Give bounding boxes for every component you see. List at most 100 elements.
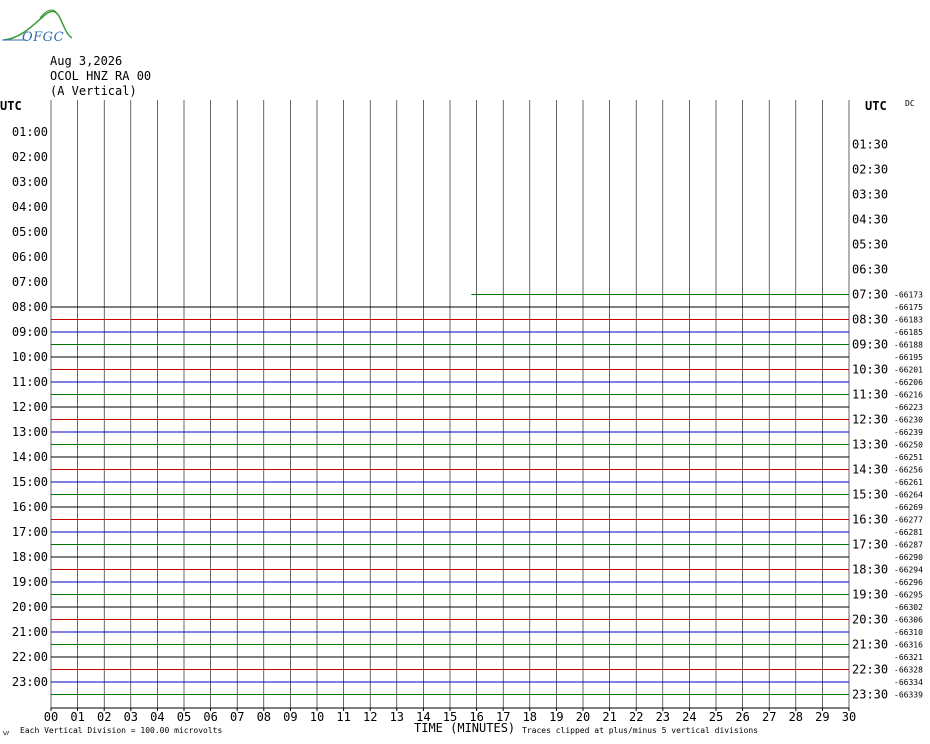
left-hour-label: 17:00	[12, 525, 48, 539]
x-tick-label: 20	[576, 710, 590, 724]
dc-value-label: -66316	[894, 641, 923, 650]
x-tick-label: 18	[523, 710, 537, 724]
dc-value-label: -66185	[894, 328, 923, 337]
dc-value-label: -66290	[894, 553, 923, 562]
scale-note: Each Vertical Division = 100.00 microvol…	[20, 726, 223, 735]
left-hour-label: 23:00	[12, 675, 48, 689]
left-hour-label: 12:00	[12, 400, 48, 414]
x-tick-label: 06	[203, 710, 217, 724]
x-tick-label: 27	[762, 710, 776, 724]
dc-value-label: -66296	[894, 578, 923, 587]
clip-note: Traces clipped at plus/minus 5 vertical …	[522, 726, 759, 735]
dc-value-label: -66328	[894, 666, 923, 675]
x-tick-label: 12	[363, 710, 377, 724]
x-tick-label: 11	[336, 710, 350, 724]
dc-value-label: -66281	[894, 528, 923, 537]
left-hour-label: 16:00	[12, 500, 48, 514]
dc-value-label: -66269	[894, 503, 923, 512]
x-tick-label: 03	[124, 710, 138, 724]
left-hour-label: 13:00	[12, 425, 48, 439]
dc-value-label: -66264	[894, 491, 923, 500]
x-tick-label: 02	[97, 710, 111, 724]
dc-value-label: -66173	[894, 291, 923, 300]
dc-value-label: -66251	[894, 453, 923, 462]
dc-value-label: -66302	[894, 603, 923, 612]
x-tick-label: 29	[815, 710, 829, 724]
right-hour-label: 13:30	[852, 438, 888, 452]
left-hour-label: 08:00	[12, 300, 48, 314]
right-hour-label: 01:30	[852, 138, 888, 152]
right-hour-label: 22:30	[852, 663, 888, 677]
right-hour-label: 14:30	[852, 463, 888, 477]
x-tick-label: 08	[257, 710, 271, 724]
right-hour-label: 08:30	[852, 313, 888, 327]
dc-value-label: -66310	[894, 628, 923, 637]
left-hour-label: 18:00	[12, 550, 48, 564]
right-hour-label: 18:30	[852, 563, 888, 577]
x-tick-label: 21	[602, 710, 616, 724]
right-hour-label: 05:30	[852, 238, 888, 252]
right-hour-label: 11:30	[852, 388, 888, 402]
left-hour-label: 06:00	[12, 250, 48, 264]
dc-value-label: -66206	[894, 378, 923, 387]
dc-value-label: -66277	[894, 516, 923, 525]
left-hour-label: 14:00	[12, 450, 48, 464]
left-hour-label: 02:00	[12, 150, 48, 164]
left-hour-label: 20:00	[12, 600, 48, 614]
dc-value-label: -66306	[894, 616, 923, 625]
left-hour-label: 01:00	[12, 125, 48, 139]
left-hour-label: 10:00	[12, 350, 48, 364]
corner-mark	[2, 729, 10, 739]
left-hour-label: 04:00	[12, 200, 48, 214]
dc-value-label: -66295	[894, 591, 923, 600]
right-hour-label: 16:30	[852, 513, 888, 527]
x-tick-label: 00	[44, 710, 58, 724]
right-hour-label: 20:30	[852, 613, 888, 627]
right-hour-label: 10:30	[852, 363, 888, 377]
right-hour-label: 23:30	[852, 688, 888, 702]
dc-value-label: -66223	[894, 403, 923, 412]
x-tick-label: 19	[549, 710, 563, 724]
left-hour-label: 19:00	[12, 575, 48, 589]
x-tick-label: 05	[177, 710, 191, 724]
left-hour-label: 21:00	[12, 625, 48, 639]
x-tick-label: 09	[283, 710, 297, 724]
right-hour-label: 06:30	[852, 263, 888, 277]
dc-value-label: -66250	[894, 441, 923, 450]
dc-value-label: -66183	[894, 316, 923, 325]
dc-value-label: -66294	[894, 566, 923, 575]
x-tick-label: 04	[150, 710, 164, 724]
dc-value-label: -66239	[894, 428, 923, 437]
dc-value-label: -66216	[894, 391, 923, 400]
x-tick-label: 28	[789, 710, 803, 724]
right-hour-label: 19:30	[852, 588, 888, 602]
right-hour-label: 12:30	[852, 413, 888, 427]
x-tick-label: 25	[709, 710, 723, 724]
left-hour-label: 09:00	[12, 325, 48, 339]
x-tick-label: 30	[842, 710, 856, 724]
right-hour-label: 07:30	[852, 288, 888, 302]
dc-value-label: -66175	[894, 303, 923, 312]
dc-value-label: -66188	[894, 341, 923, 350]
left-hour-label: 15:00	[12, 475, 48, 489]
helicorder-plot: 00 01 02 03 04 05 06 07 08 09 10 11 12 13 14 15 16 17 18 19…	[12, 100, 923, 724]
dc-value-label: -66256	[894, 466, 923, 475]
axis-labels: 00 01 02 03 04 05 06 07 08 09 10 11 12 13 14 15 16 17 18 19…	[12, 125, 923, 724]
dc-value-label: -66287	[894, 541, 923, 550]
dc-value-label: -66195	[894, 353, 923, 362]
dc-value-label: -66321	[894, 653, 923, 662]
left-hour-label: 22:00	[12, 650, 48, 664]
x-tick-label: 07	[230, 710, 244, 724]
x-axis-title: TIME (MINUTES)	[414, 721, 516, 735]
right-hour-label: 04:30	[852, 213, 888, 227]
dc-value-label: -66201	[894, 366, 923, 375]
x-tick-label: 23	[656, 710, 670, 724]
x-tick-label: 26	[735, 710, 749, 724]
x-tick-label: 01	[70, 710, 84, 724]
right-hour-label: 21:30	[852, 638, 888, 652]
left-hour-label: 11:00	[12, 375, 48, 389]
x-tick-label: 10	[310, 710, 324, 724]
right-hour-label: 17:30	[852, 538, 888, 552]
left-hour-label: 05:00	[12, 225, 48, 239]
dc-value-label: -66334	[894, 678, 923, 687]
